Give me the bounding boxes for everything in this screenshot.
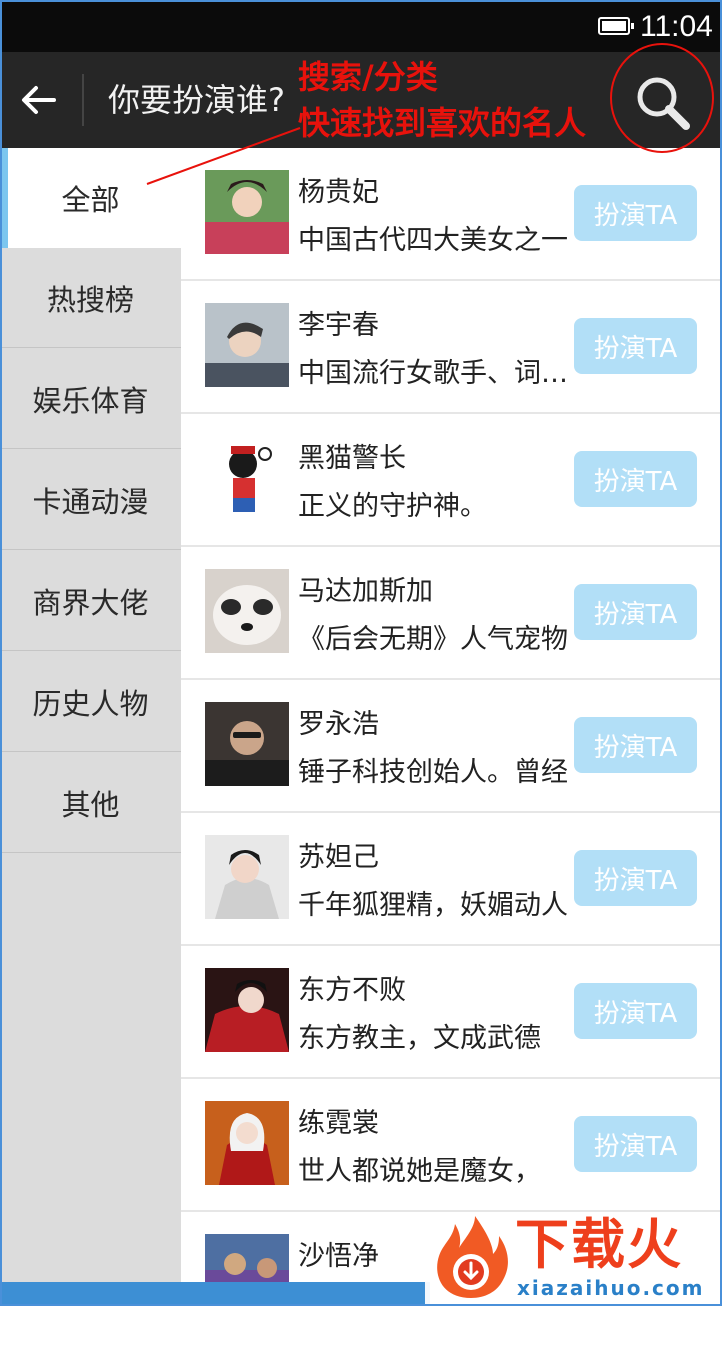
play-role-button[interactable]: 扮演TA — [574, 584, 697, 640]
sidebar-item-label: 全部 — [61, 183, 120, 217]
character-name: 罗永浩 — [298, 709, 379, 740]
sidebar-item-label: 历史人物 — [32, 686, 149, 721]
character-desc: 世人都说她是魔女， — [298, 1156, 541, 1187]
watermark-site: xiazaihuo.com — [517, 1276, 705, 1300]
sidebar-item-label: 商界大佬 — [32, 585, 149, 620]
play-role-button[interactable]: 扮演TA — [574, 717, 697, 773]
avatar — [205, 702, 289, 786]
sidebar-item-hot[interactable]: 热搜榜 — [0, 248, 181, 348]
page-title: 你要扮演谁? — [108, 81, 285, 119]
list-item[interactable]: 苏妲己 千年狐狸精，妖媚动人 扮演TA — [181, 813, 722, 946]
list-item[interactable]: 罗永浩 锤子科技创始人。曾经 扮演TA — [181, 680, 722, 813]
character-list: 杨贵妃 中国古代四大美女之一 扮演TA 李宇春 中国流行女歌手、词曲创作人 扮演… — [181, 148, 722, 1306]
active-indicator — [0, 148, 8, 248]
sidebar-item-entertainment-sports[interactable]: 娱乐体育 — [0, 349, 181, 449]
character-desc: 《后会无期》人气宠物 — [298, 624, 568, 655]
annotation-line-2: 快速找到喜欢的名人 — [298, 104, 587, 142]
sidebar-item-other[interactable]: 其他 — [0, 753, 181, 853]
play-role-button[interactable]: 扮演TA — [574, 451, 697, 507]
sidebar-item-business[interactable]: 商界大佬 — [0, 551, 181, 651]
sidebar-item-label: 热搜榜 — [46, 282, 134, 317]
character-name: 李宇春 — [298, 310, 379, 341]
character-desc: 中国古代四大美女之一 — [298, 225, 568, 256]
character-name: 苏妲己 — [298, 842, 379, 873]
list-item[interactable]: 李宇春 中国流行女歌手、词曲创作人 扮演TA — [181, 281, 722, 414]
bottom-strip — [0, 1282, 430, 1306]
character-name: 沙悟净 — [298, 1241, 379, 1272]
avatar — [205, 835, 289, 919]
sidebar-item-all[interactable]: 全部 — [0, 148, 181, 248]
play-role-button[interactable]: 扮演TA — [574, 850, 697, 906]
list-item[interactable]: 东方不败 东方教主，文成武德 扮演TA — [181, 946, 722, 1079]
character-name: 杨贵妃 — [298, 177, 379, 208]
back-arrow-icon — [22, 86, 56, 114]
character-desc: 千年狐狸精，妖媚动人 — [298, 890, 568, 921]
avatar — [205, 1101, 289, 1185]
status-bar: 11:04 — [0, 0, 722, 52]
play-role-button[interactable]: 扮演TA — [574, 1116, 697, 1172]
status-time: 11:04 — [640, 10, 713, 43]
character-desc: 中国流行女歌手、词曲创作人 — [298, 358, 573, 389]
flame-logo-icon — [437, 1216, 508, 1298]
search-icon — [637, 77, 690, 130]
avatar — [205, 569, 289, 653]
character-desc: 正义的守护神。 — [298, 491, 487, 522]
play-role-button[interactable]: 扮演TA — [574, 318, 697, 374]
annotation-line-1: 搜索/分类 — [298, 58, 438, 96]
sidebar-item-cartoon[interactable]: 卡通动漫 — [0, 450, 181, 550]
character-name: 东方不败 — [298, 975, 406, 1006]
avatar — [205, 303, 289, 387]
sidebar-item-label: 娱乐体育 — [32, 383, 149, 418]
header-divider — [82, 74, 84, 126]
watermark: 下载火 xiazaihuo.com — [425, 1212, 722, 1306]
back-button[interactable] — [8, 70, 68, 130]
avatar — [205, 170, 289, 254]
character-name: 马达加斯加 — [298, 576, 433, 607]
character-desc: 东方教主，文成武德 — [298, 1023, 541, 1054]
list-item[interactable]: 杨贵妃 中国古代四大美女之一 扮演TA — [181, 148, 722, 281]
play-role-button[interactable]: 扮演TA — [574, 185, 697, 241]
list-item[interactable]: 马达加斯加 《后会无期》人气宠物 扮演TA — [181, 547, 722, 680]
character-name: 黑猫警长 — [298, 443, 406, 474]
sidebar-item-label: 其他 — [61, 787, 120, 822]
search-button[interactable] — [630, 70, 696, 136]
avatar — [205, 436, 289, 520]
character-desc: 锤子科技创始人。曾经 — [298, 757, 568, 788]
watermark-title: 下载火 — [515, 1213, 683, 1276]
category-sidebar: 全部 热搜榜 娱乐体育 卡通动漫 商界大佬 历史人物 其他 — [0, 148, 181, 1306]
character-name: 练霓裳 — [298, 1108, 379, 1139]
battery-icon — [598, 17, 634, 35]
play-role-button[interactable]: 扮演TA — [574, 983, 697, 1039]
sidebar-item-history[interactable]: 历史人物 — [0, 652, 181, 752]
avatar — [205, 968, 289, 1052]
list-item[interactable]: 黑猫警长 正义的守护神。 扮演TA — [181, 414, 722, 547]
sidebar-item-label: 卡通动漫 — [32, 484, 149, 519]
list-item[interactable]: 练霓裳 世人都说她是魔女， 扮演TA — [181, 1079, 722, 1212]
